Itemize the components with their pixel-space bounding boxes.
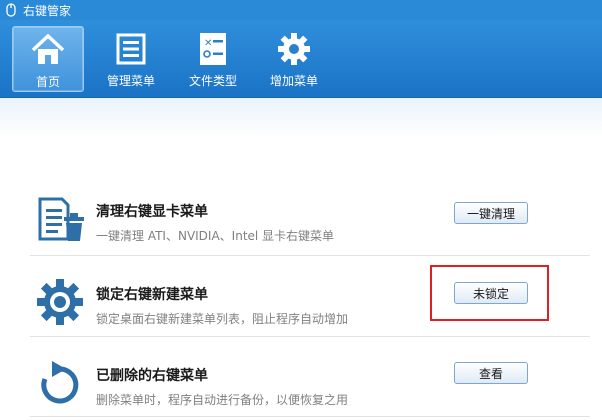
title-bar: 右键管家	[0, 0, 602, 20]
one-click-clean-button[interactable]: 一键清理	[454, 202, 528, 224]
clean-icon	[36, 195, 84, 243]
list-item-deleted-menus: 已删除的右键菜单 删除菜单时，程序自动进行备份，以便恢复之用 查看	[30, 345, 570, 420]
toolbar-manage-menu-button[interactable]: 管理菜单	[95, 26, 167, 92]
item-title: 锁定右键新建菜单	[96, 287, 208, 303]
toolbar-file-types-button[interactable]: ✕ 文件类型	[177, 26, 249, 92]
item-title: 已删除的右键菜单	[96, 368, 208, 384]
file-types-icon: ✕	[195, 31, 231, 67]
item-description: 删除菜单时，程序自动进行备份，以便恢复之用	[96, 393, 349, 407]
divider	[30, 416, 590, 417]
home-icon	[30, 32, 66, 68]
gear-icon	[276, 31, 312, 67]
svg-text:✕: ✕	[204, 38, 212, 49]
menu-list-icon	[113, 31, 149, 67]
divider	[30, 336, 590, 337]
toolbar-file-types-label: 文件类型	[188, 74, 237, 88]
mouse-icon	[4, 3, 18, 17]
item-description: 一键清理 ATI、NVIDIA、Intel 显卡右键菜单	[96, 229, 335, 243]
window-title: 右键管家	[23, 3, 72, 18]
item-title: 清理右键显卡菜单	[96, 204, 208, 220]
gear-icon	[36, 278, 84, 326]
main-content: 清理右键显卡菜单 一键清理 ATI、NVIDIA、Intel 显卡右键菜单 一键…	[0, 98, 602, 419]
main-toolbar: 首页 管理菜单 ✕ 文件类型 增加菜单	[0, 20, 602, 98]
toolbar-home-button[interactable]: 首页	[12, 26, 84, 92]
list-item-clean-gpu-menu: 清理右键显卡菜单 一键清理 ATI、NVIDIA、Intel 显卡右键菜单 一键…	[30, 181, 570, 256]
toolbar-home-label: 首页	[35, 75, 60, 89]
divider	[30, 255, 590, 256]
refresh-icon	[36, 359, 84, 407]
highlight-box	[430, 265, 549, 321]
item-description: 锁定桌面右键新建菜单列表，阻止程序自动增加	[96, 312, 349, 326]
view-deleted-button[interactable]: 查看	[454, 362, 528, 384]
toolbar-manage-menu-label: 管理菜单	[106, 74, 155, 88]
toolbar-add-menu-button[interactable]: 增加菜单	[258, 26, 330, 92]
toolbar-add-menu-label: 增加菜单	[269, 74, 318, 88]
